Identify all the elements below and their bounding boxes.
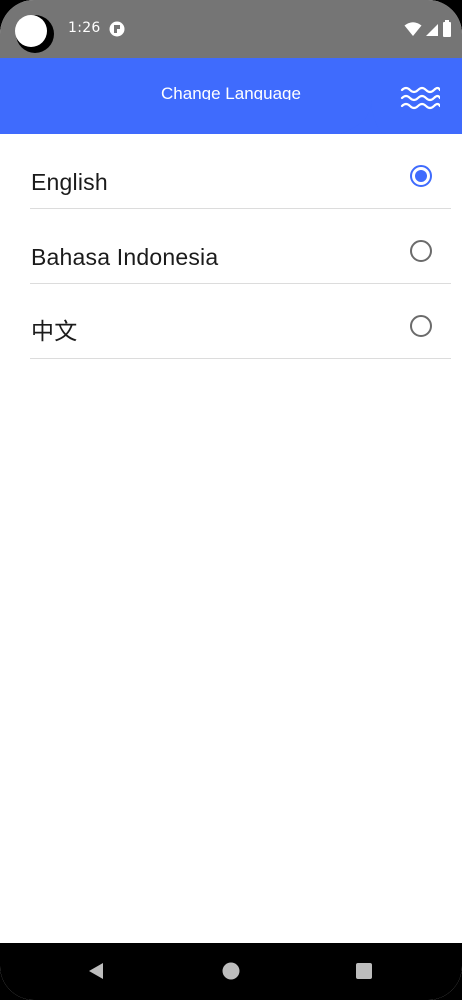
system-nav-bar: [0, 943, 462, 1000]
phone-screen: 1:26 Change Language English Bahasa Indo…: [0, 0, 462, 1000]
radio-unselected-icon[interactable]: [409, 314, 433, 338]
recents-icon: [356, 963, 372, 979]
wave-menu-icon: [400, 86, 440, 110]
wifi-icon: [404, 22, 422, 36]
language-option-chinese[interactable]: 中文: [30, 284, 451, 359]
language-option-english[interactable]: English: [30, 134, 451, 209]
home-button[interactable]: [219, 959, 243, 983]
radio-selected-icon[interactable]: [409, 164, 433, 188]
home-icon: [222, 962, 240, 980]
back-icon: [89, 963, 103, 979]
language-label: 中文: [31, 318, 78, 344]
language-label: Bahasa Indonesia: [31, 244, 219, 270]
recents-button[interactable]: [352, 959, 376, 983]
camera-cutout-icon: [15, 15, 54, 53]
cellular-signal-icon: [426, 24, 438, 36]
radio-unselected-icon[interactable]: [409, 239, 433, 263]
battery-icon: [443, 20, 451, 37]
app-notification-icon: [109, 21, 125, 37]
back-button[interactable]: [84, 959, 108, 983]
language-option-bahasa-indonesia[interactable]: Bahasa Indonesia: [30, 209, 451, 284]
menu-button[interactable]: [396, 78, 444, 118]
status-icons: [404, 20, 452, 38]
status-time: 1:26: [68, 20, 101, 36]
language-label: English: [31, 169, 108, 195]
status-bar: 1:26: [0, 0, 462, 58]
language-list: English Bahasa Indonesia 中文: [30, 134, 451, 359]
